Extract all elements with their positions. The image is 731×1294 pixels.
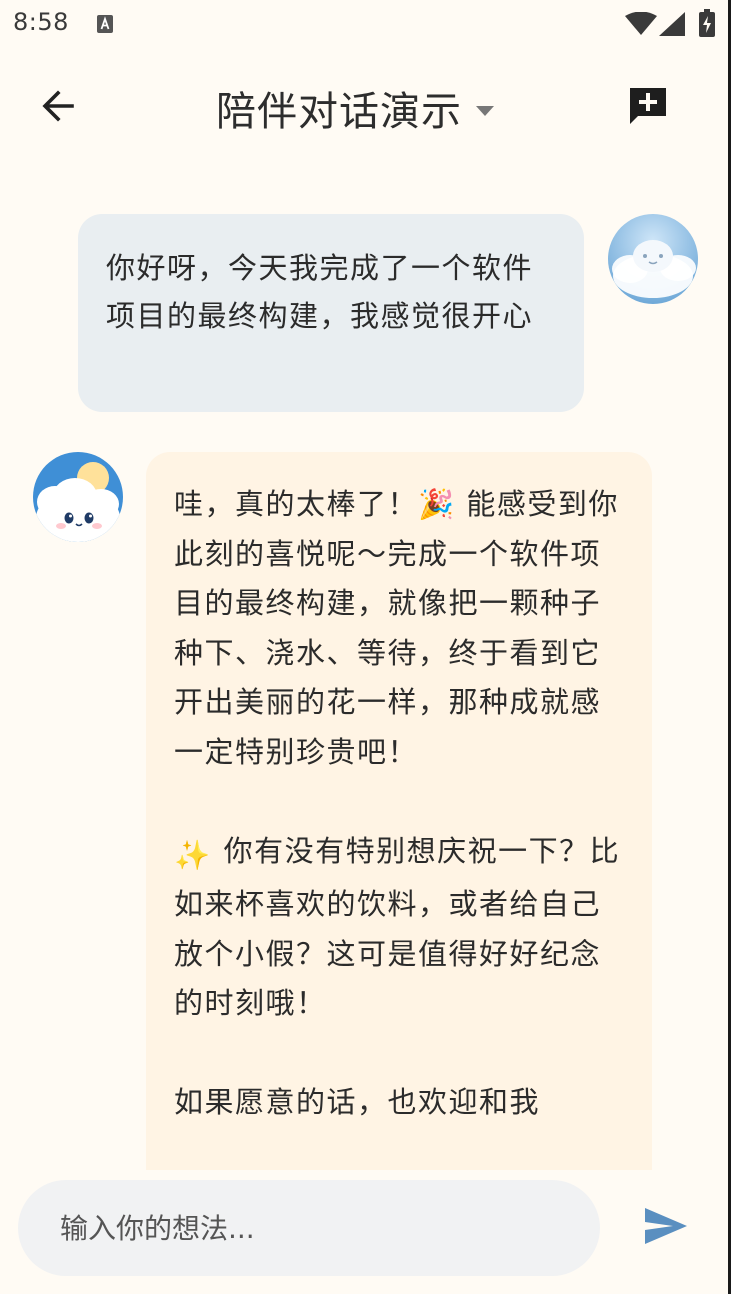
user-avatar <box>608 214 698 304</box>
assistant-message-text: 你有没有特别想庆祝一下？比如来杯喜欢的饮料，或者给自己放个小假？这可是值得好好纪… <box>174 833 621 1021</box>
add-comment-icon <box>626 84 670 132</box>
message-composer <box>18 1180 600 1276</box>
assistant-message-paragraph: 如果愿意的话，也欢迎和我 <box>174 1078 624 1128</box>
caret-down-icon <box>476 101 494 120</box>
assistant-message-paragraph: 哇，真的太棒了！🎉 能感受到你此刻的喜悦呢～完成一个软件项目的最终构建，就像把一… <box>174 480 624 777</box>
send-icon <box>643 1206 689 1250</box>
message-list[interactable]: 你好呀，今天我完成了一个软件项目的最终构建，我感觉很开心 哇，真的太棒了！🎉 能… <box>0 170 728 1170</box>
app-notification-icon <box>97 15 113 33</box>
assistant-message-text: 哇，真的太棒了！🎉 能感受到你此刻的喜悦呢～完成一个软件项目的最终构建，就像把一… <box>174 487 619 769</box>
back-button[interactable] <box>30 80 86 136</box>
assistant-message-bubble: 哇，真的太棒了！🎉 能感受到你此刻的喜悦呢～完成一个软件项目的最终构建，就像把一… <box>146 452 652 1170</box>
battery-charging-icon <box>699 9 715 41</box>
status-bar: 8:58 <box>0 0 728 52</box>
assistant-avatar <box>33 452 123 542</box>
message-input[interactable] <box>58 1210 562 1246</box>
new-chat-button[interactable] <box>618 78 678 138</box>
wifi-icon <box>625 11 657 40</box>
user-message-text: 你好呀，今天我完成了一个软件项目的最终构建，我感觉很开心 <box>106 251 534 333</box>
cell-signal-icon <box>659 12 685 40</box>
assistant-message-text: 如果愿意的话，也欢迎和我 <box>174 1085 541 1119</box>
app-bar: 陪伴对话演示 <box>0 60 728 156</box>
assistant-message-paragraph: ✨ 你有没有特别想庆祝一下？比如来杯喜欢的饮料，或者给自己放个小假？这可是值得好好… <box>174 827 624 1029</box>
user-message-bubble: 你好呀，今天我完成了一个软件项目的最终构建，我感觉很开心 <box>78 214 584 412</box>
arrow-back-icon <box>40 88 76 128</box>
status-time: 8:58 <box>13 8 69 36</box>
chat-screen: 8:58 陪伴对话演示 你好呀，今天我完成了一个软件项目的最终构建，我感觉很开心… <box>0 0 731 1294</box>
send-button[interactable] <box>636 1198 696 1258</box>
page-title: 陪伴对话演示 <box>216 89 462 135</box>
sparkles-icon: ✨ <box>174 837 212 872</box>
companion-selector[interactable]: 陪伴对话演示 <box>216 78 494 138</box>
